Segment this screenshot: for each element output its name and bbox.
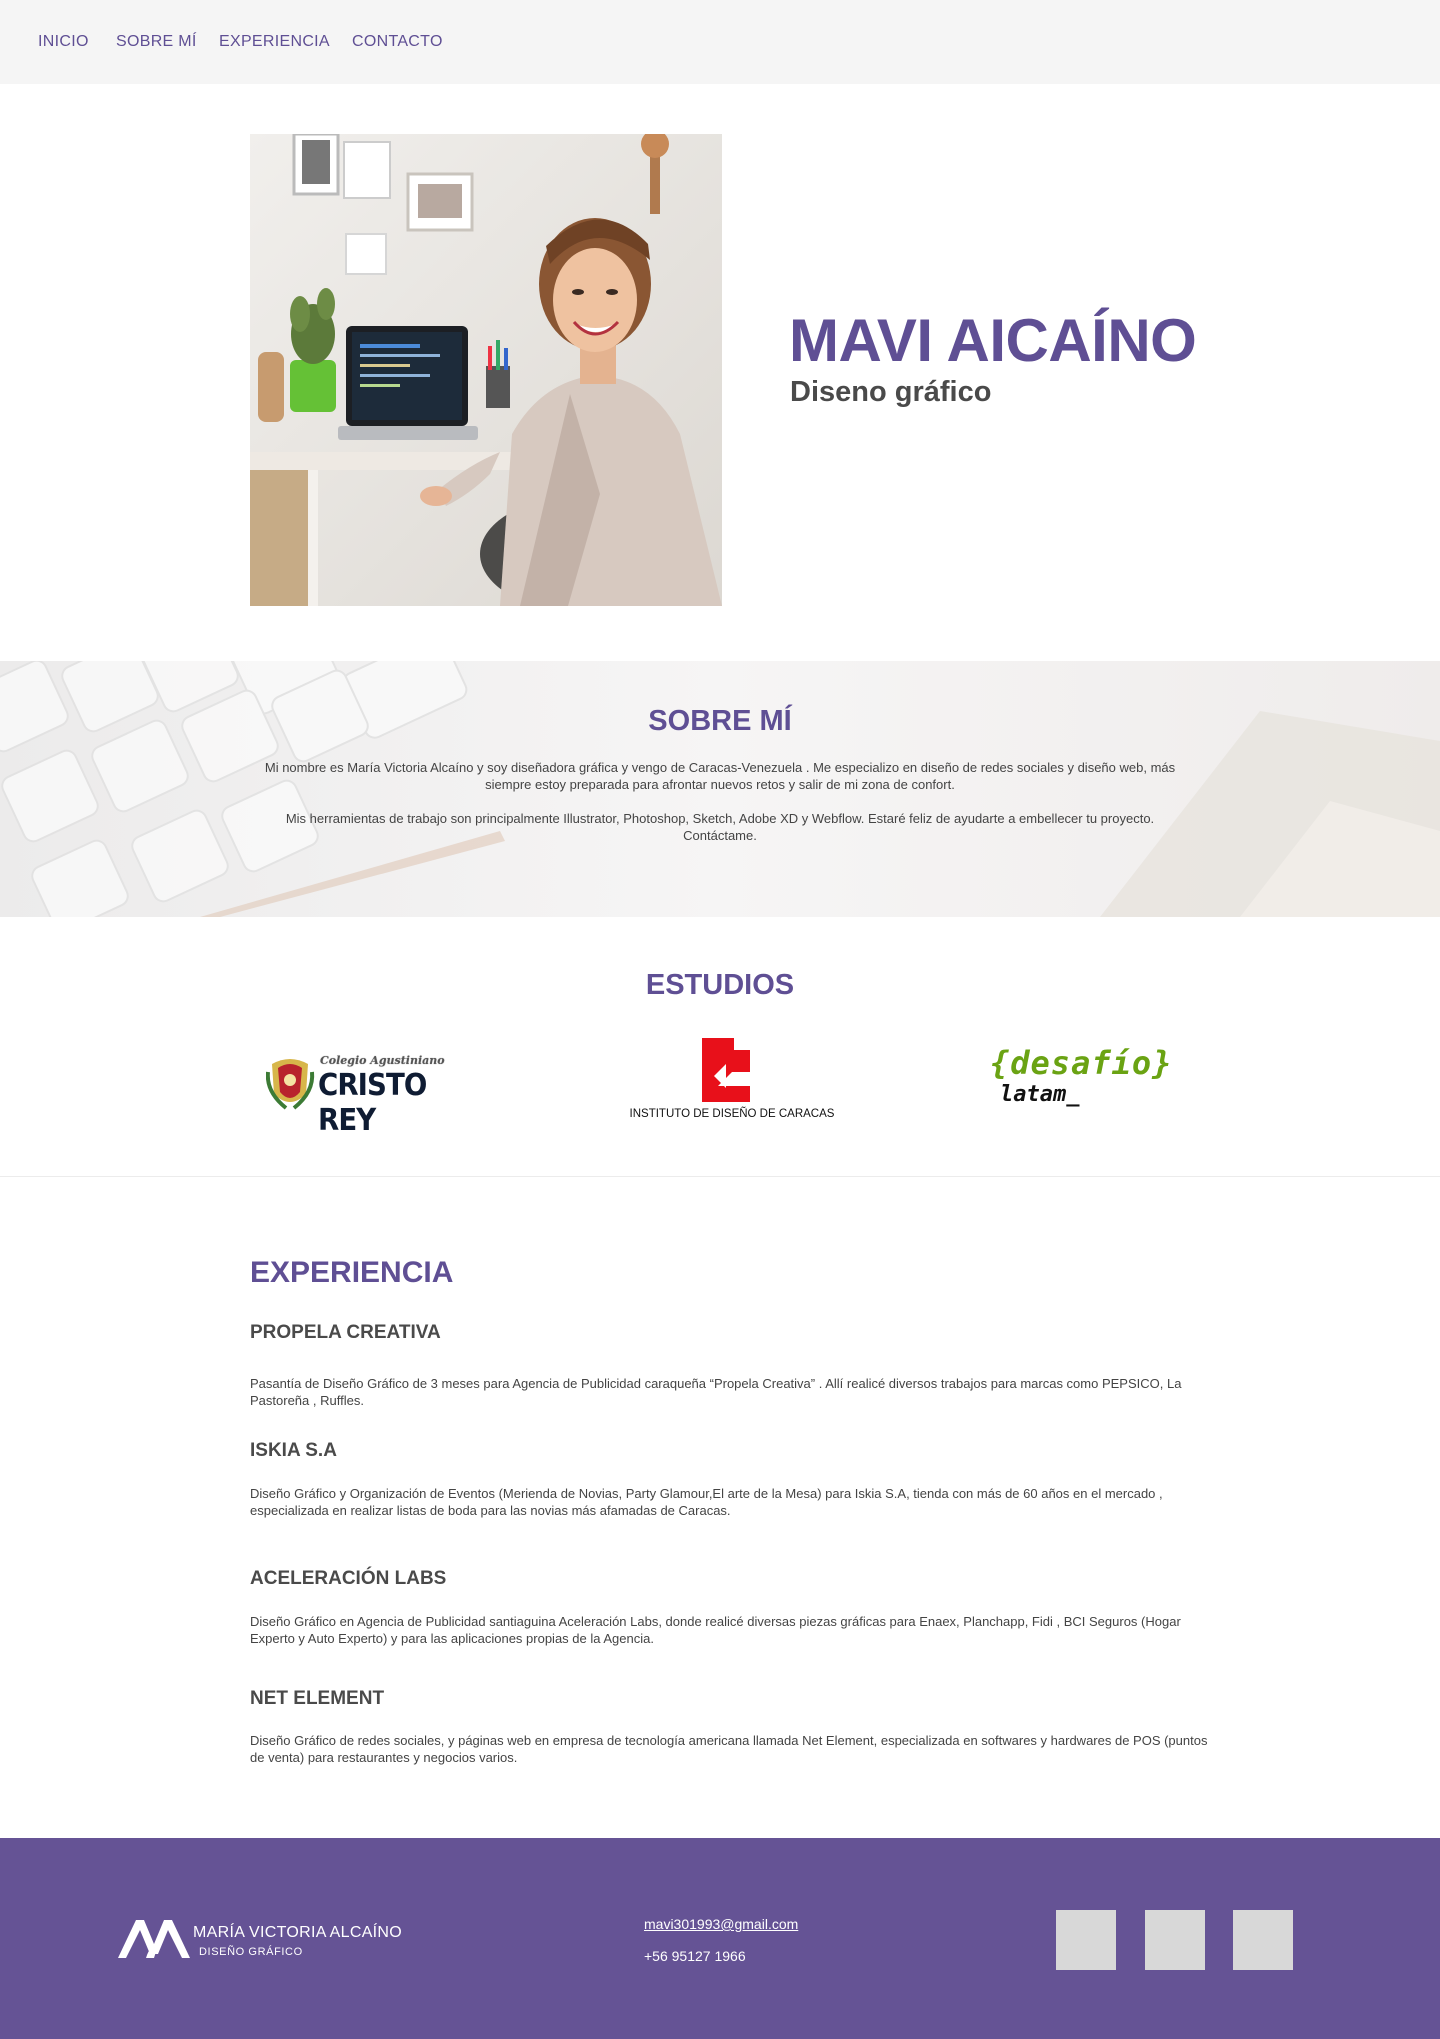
job-title: ISKIA S.A	[250, 1440, 337, 1461]
job-description: Pasantía de Diseño Gráfico de 3 meses pa…	[250, 1376, 1182, 1408]
top-nav: INICIO SOBRE MÍ EXPERIENCIA CONTACTO	[0, 0, 1440, 84]
job-title: ACELERACIÓN LABS	[250, 1568, 447, 1589]
about-paragraph-2: Mis herramientas de trabajo son principa…	[285, 811, 1155, 843]
section-divider	[0, 1176, 1440, 1177]
job-title: PROPELA CREATIVA	[250, 1322, 441, 1343]
studies-title: ESTUDIOS	[645, 969, 795, 1001]
phone-number: +56 95127 1966	[644, 1948, 746, 1964]
about-paragraph-1: Mi nombre es María Victoria Alcaíno y so…	[264, 760, 1176, 792]
brand-monogram-icon	[118, 1920, 190, 1958]
desafio-sub-text: latam_	[1000, 1082, 1080, 1107]
job-description: Diseño Gráfico y Organización de Eventos…	[250, 1486, 1163, 1518]
cristo-rey-top-text: Colegio Agustiniano	[320, 1054, 445, 1067]
hero-role: Diseno gráfico	[790, 376, 992, 408]
job-description: Diseño Gráfico de redes sociales, y pági…	[250, 1733, 1208, 1765]
job-description: Diseño Gráfico en Agencia de Publicidad …	[250, 1614, 1181, 1646]
desafio-main-text: {desafío}	[990, 1044, 1173, 1082]
cristo-rey-main-text: CRISTO REY	[318, 1068, 427, 1138]
email-link[interactable]: mavi301993@gmail.com	[644, 1916, 798, 1932]
idc-mark-icon	[702, 1038, 750, 1102]
nav-link-sobre-mi[interactable]: SOBRE MÍ	[116, 33, 197, 51]
desafio-latam-logo: {desafío} latam_	[990, 1044, 1173, 1114]
nav-link-contacto[interactable]: CONTACTO	[352, 33, 443, 51]
idc-caption: INSTITUTO DE DISEÑO DE CARACAS	[629, 1108, 835, 1120]
nav-link-experiencia[interactable]: EXPERIENCIA	[219, 33, 330, 51]
social-icon[interactable]	[1056, 1910, 1116, 1970]
hero-name: MAVI AICAÍNO	[789, 307, 1197, 374]
nav-link-inicio[interactable]: INICIO	[38, 33, 89, 51]
brand-name: MARÍA VICTORIA ALCAÍNO	[193, 1924, 403, 1941]
cristo-rey-logo: Colegio Agustiniano CRISTO REY	[266, 1052, 476, 1138]
job-title: NET ELEMENT	[250, 1688, 385, 1709]
idc-logo: INSTITUTO DE DISEÑO DE CARACAS	[622, 1036, 842, 1122]
brand-subtitle: DISEÑO GRÁFICO	[199, 1946, 303, 1958]
social-icon[interactable]	[1233, 1910, 1293, 1970]
profile-photo	[250, 134, 722, 606]
social-icon[interactable]	[1145, 1910, 1205, 1970]
about-title: SOBRE MÍ	[648, 705, 792, 737]
experience-title: EXPERIENCIA	[250, 1256, 454, 1289]
